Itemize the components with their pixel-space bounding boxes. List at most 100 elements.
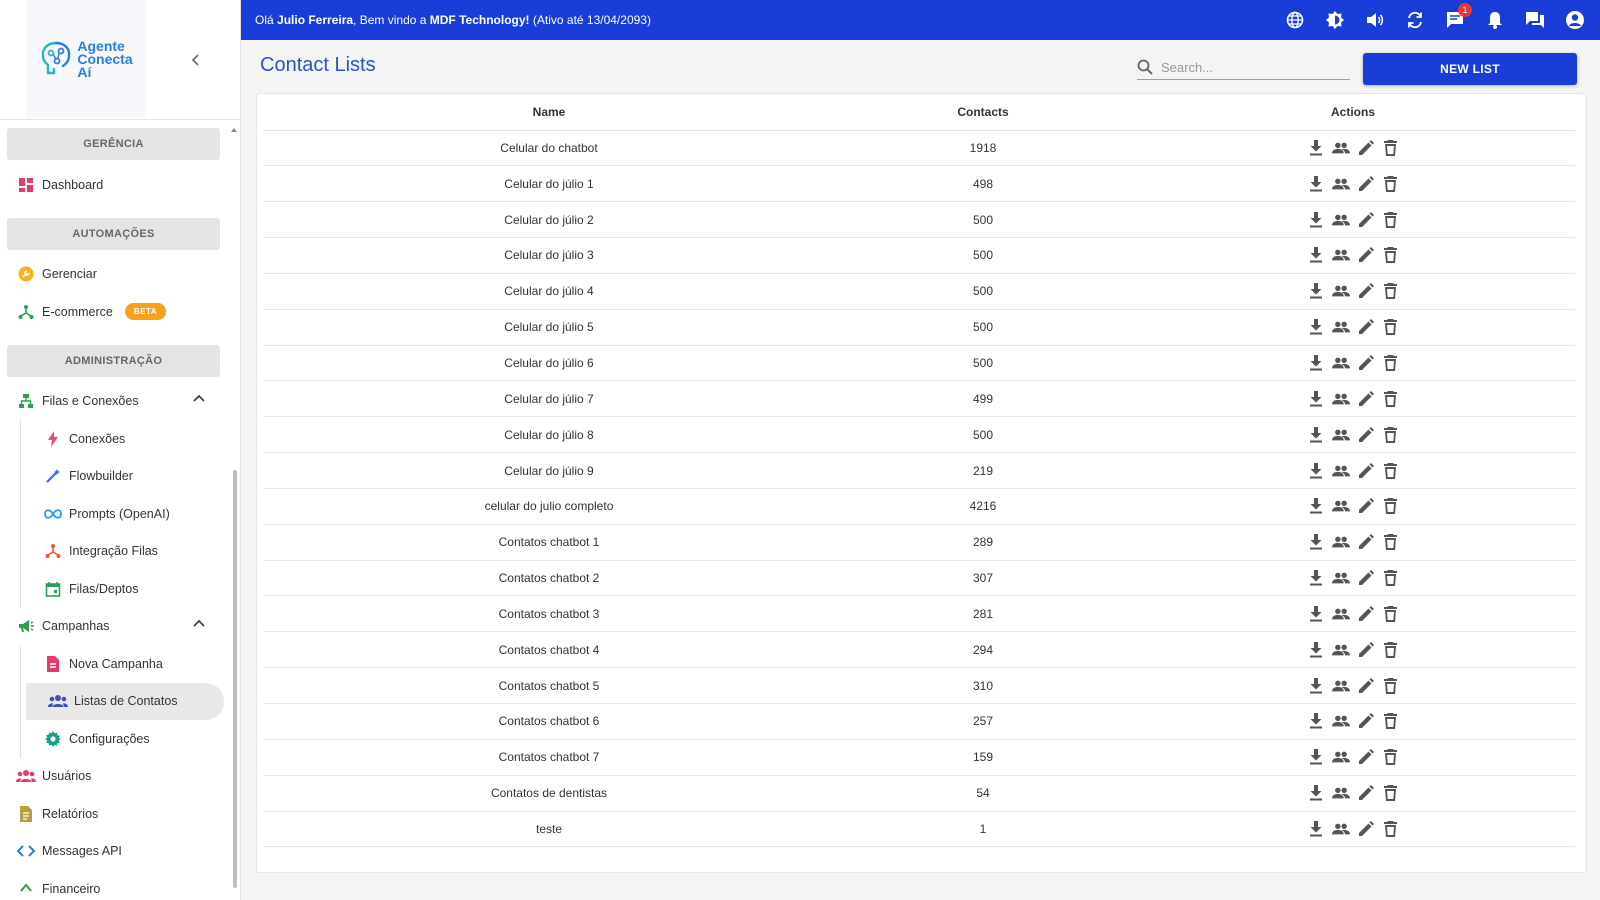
people-icon[interactable] [1331,748,1350,766]
people-icon[interactable] [1331,605,1350,623]
volume-icon[interactable] [1363,9,1386,32]
edit-icon[interactable] [1357,175,1375,193]
sidebar-item-gerenciar[interactable]: Gerenciar [0,256,241,294]
sidebar-item-messages-api[interactable]: Messages API [0,833,241,871]
people-icon[interactable] [1331,139,1350,157]
delete-icon[interactable] [1382,246,1400,264]
chat-icon[interactable]: 1 [1443,2,1472,32]
people-icon[interactable] [1331,426,1350,444]
people-icon[interactable] [1331,390,1350,408]
chevron-up-icon[interactable] [193,618,205,628]
sidebar-item-nova-campanha[interactable]: Nova Campanha [0,645,241,683]
people-icon[interactable] [1331,497,1350,515]
people-icon[interactable] [1331,712,1350,730]
download-icon[interactable] [1307,641,1325,659]
sidebar-item-relatorios[interactable]: Relatórios [0,795,241,833]
edit-icon[interactable] [1357,211,1375,229]
people-icon[interactable] [1331,246,1350,264]
search-input[interactable] [1161,59,1341,75]
delete-icon[interactable] [1382,497,1400,515]
delete-icon[interactable] [1382,211,1400,229]
column-header-contacts[interactable]: Contacts [835,94,1131,131]
edit-icon[interactable] [1357,318,1375,336]
delete-icon[interactable] [1382,533,1400,551]
download-icon[interactable] [1307,246,1325,264]
search-field[interactable] [1137,55,1350,80]
download-icon[interactable] [1307,175,1325,193]
delete-icon[interactable] [1382,354,1400,372]
sidebar-item-campanhas[interactable]: Campanhas [0,608,241,646]
people-icon[interactable] [1331,569,1350,587]
chevron-up-icon[interactable] [193,393,205,403]
people-icon[interactable] [1331,175,1350,193]
sidebar-item-configuracoes[interactable]: Configurações [0,720,241,758]
sidebar-item-dashboard[interactable]: Dashboard [0,166,241,204]
edit-icon[interactable] [1357,605,1375,623]
refresh-icon[interactable] [1403,9,1426,32]
delete-icon[interactable] [1382,139,1400,157]
download-icon[interactable] [1307,820,1325,838]
sidebar-item-usuarios[interactable]: Usuários [0,758,241,796]
people-icon[interactable] [1331,462,1350,480]
sidebar-item-filas-conexoes[interactable]: Filas e Conexões [0,383,241,421]
logo[interactable]: Agente Conecta Aí [26,0,146,118]
sidebar-item-integracao-filas[interactable]: Integração Filas [0,533,241,571]
edit-icon[interactable] [1357,533,1375,551]
delete-icon[interactable] [1382,712,1400,730]
people-icon[interactable] [1331,677,1350,695]
account-icon[interactable] [1563,9,1586,32]
download-icon[interactable] [1307,282,1325,300]
delete-icon[interactable] [1382,784,1400,802]
download-icon[interactable] [1307,677,1325,695]
edit-icon[interactable] [1357,282,1375,300]
delete-icon[interactable] [1382,748,1400,766]
download-icon[interactable] [1307,139,1325,157]
download-icon[interactable] [1307,211,1325,229]
scroll-up-arrow-icon[interactable] [231,128,237,132]
sidebar-item-financeiro[interactable]: Financeiro [0,870,241,900]
people-icon[interactable] [1331,820,1350,838]
edit-icon[interactable] [1357,677,1375,695]
download-icon[interactable] [1307,390,1325,408]
brightness-icon[interactable] [1323,9,1346,32]
edit-icon[interactable] [1357,139,1375,157]
download-icon[interactable] [1307,784,1325,802]
edit-icon[interactable] [1357,820,1375,838]
edit-icon[interactable] [1357,462,1375,480]
download-icon[interactable] [1307,318,1325,336]
people-icon[interactable] [1331,282,1350,300]
delete-icon[interactable] [1382,282,1400,300]
delete-icon[interactable] [1382,175,1400,193]
people-icon[interactable] [1331,641,1350,659]
edit-icon[interactable] [1357,497,1375,515]
download-icon[interactable] [1307,533,1325,551]
sidebar-item-listas-contatos[interactable]: Listas de Contatos [26,682,224,720]
new-list-button[interactable]: NEW LIST [1363,53,1577,85]
download-icon[interactable] [1307,462,1325,480]
people-icon[interactable] [1331,211,1350,229]
sidebar-item-filas-deptos[interactable]: Filas/Deptos [0,570,241,608]
forum-icon[interactable] [1523,9,1546,32]
edit-icon[interactable] [1357,748,1375,766]
delete-icon[interactable] [1382,390,1400,408]
edit-icon[interactable] [1357,246,1375,264]
people-icon[interactable] [1331,533,1350,551]
delete-icon[interactable] [1382,569,1400,587]
edit-icon[interactable] [1357,569,1375,587]
sidebar-scroll-thumb[interactable] [233,470,237,888]
download-icon[interactable] [1307,569,1325,587]
collapse-sidebar-button[interactable] [186,50,206,70]
sidebar-item-prompts[interactable]: Prompts (OpenAI) [0,495,241,533]
people-icon[interactable] [1331,784,1350,802]
bell-icon[interactable] [1483,9,1506,32]
download-icon[interactable] [1307,354,1325,372]
edit-icon[interactable] [1357,712,1375,730]
download-icon[interactable] [1307,605,1325,623]
edit-icon[interactable] [1357,784,1375,802]
delete-icon[interactable] [1382,462,1400,480]
sidebar-item-conexoes[interactable]: Conexões [0,420,241,458]
delete-icon[interactable] [1382,426,1400,444]
delete-icon[interactable] [1382,677,1400,695]
sidebar-item-ecommerce[interactable]: E-commerce BETA [0,293,241,331]
globe-icon[interactable] [1283,9,1306,32]
